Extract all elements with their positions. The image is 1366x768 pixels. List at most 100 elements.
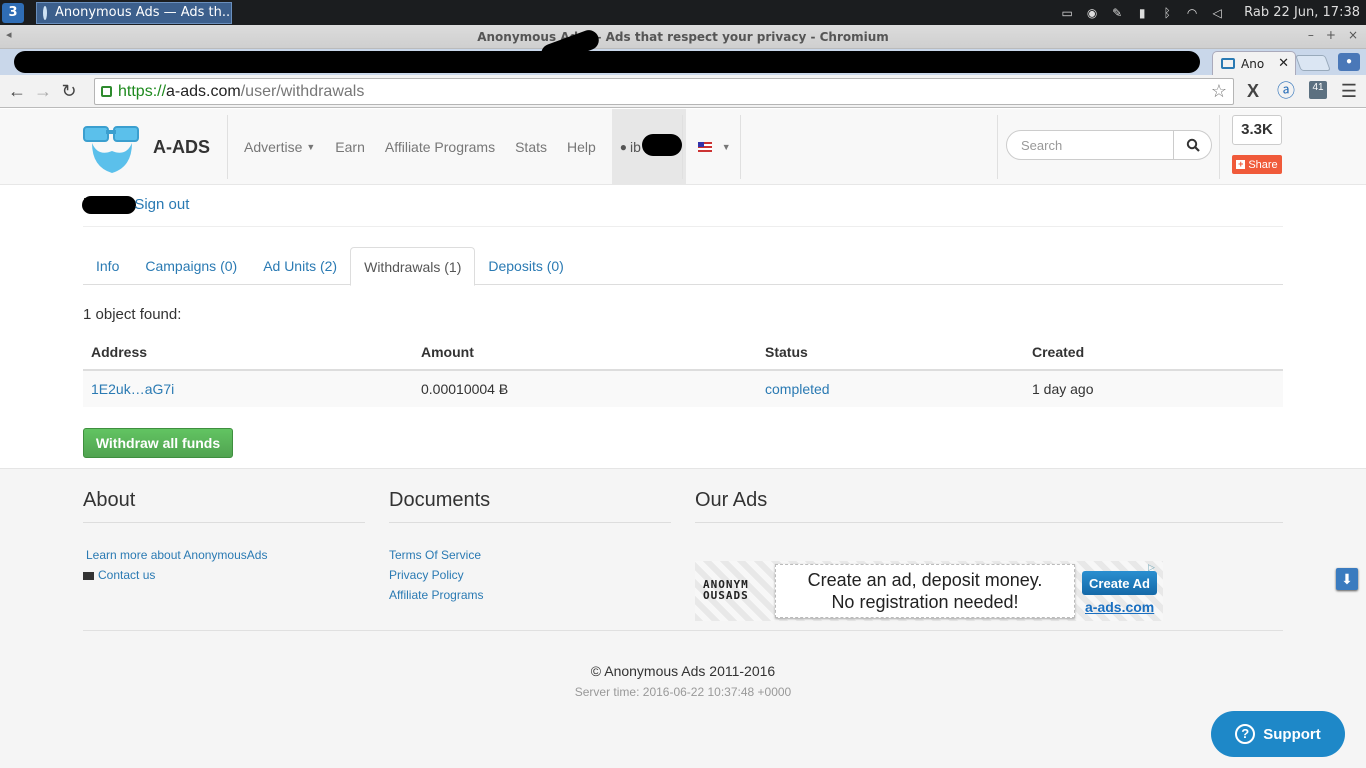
menu-icon[interactable]: ☰ <box>1338 79 1360 103</box>
create-ad-button[interactable]: Create Ad <box>1082 571 1157 595</box>
redacted-username <box>82 196 137 215</box>
search-button[interactable] <box>1174 130 1212 160</box>
nav-affiliate-programs[interactable]: Affiliate Programs <box>375 109 505 185</box>
nav-help[interactable]: Help <box>557 109 606 185</box>
privacy-link[interactable]: Privacy Policy <box>389 568 464 582</box>
a-ads-logo[interactable] <box>82 123 142 175</box>
support-button[interactable]: ? Support <box>1211 711 1345 757</box>
table-header: Address Amount Status Created <box>83 335 1283 371</box>
user-name: ib <box>630 139 641 155</box>
redacted-tabs <box>14 51 1200 73</box>
close-window-button[interactable]: × <box>1348 28 1358 42</box>
maximize-button[interactable]: + <box>1326 28 1336 42</box>
footer-our-ads: Our Ads ANONYM OUSADS Create an ad, depos… <box>695 489 1283 621</box>
help-icon: ? <box>1235 724 1256 744</box>
taskbar-window-button[interactable]: Anonymous Ads — Ads th... <box>36 1 232 24</box>
ad-logo-line: OUSADS <box>703 589 749 602</box>
withdrawal-amount: 0.00010004 Ƀ <box>421 381 509 397</box>
ad-banner[interactable]: ANONYM OUSADS Create an ad, deposit money… <box>695 561 1163 621</box>
reload-icon[interactable]: ↻ <box>56 81 82 102</box>
withdrawal-address-link[interactable]: 1E2uk…aG7i <box>83 381 413 397</box>
notes-icon[interactable]: ✎ <box>1109 6 1125 20</box>
user-line: iSign out <box>82 196 189 215</box>
server-time: Server time: 2016-06-22 10:37:48 +0000 <box>574 685 792 699</box>
about-heading: About <box>83 489 365 523</box>
ad-info-icon[interactable]: ▷ <box>1148 562 1155 573</box>
withdrawal-status-link[interactable]: completed <box>757 381 1024 397</box>
sign-out-link[interactable]: Sign out <box>134 196 189 213</box>
brand-name[interactable]: A-ADS <box>153 137 210 158</box>
search-input[interactable]: Search <box>1006 130 1174 160</box>
withdraw-all-funds-button[interactable]: Withdraw all funds <box>83 428 233 458</box>
taskbar-window-title: Anonymous Ads — Ads th... <box>55 5 232 20</box>
navbar-divider <box>997 115 998 179</box>
a-extension-icon[interactable]: ⓐ <box>1276 79 1296 103</box>
back-arrow-icon[interactable]: ← <box>4 81 30 102</box>
contact-us-link[interactable]: Contact us <box>98 568 155 582</box>
user-icon: ● <box>619 140 628 154</box>
terms-link[interactable]: Terms Of Service <box>389 548 481 562</box>
bookmark-star-icon[interactable]: ☆ <box>1211 81 1227 102</box>
learn-more-link[interactable]: Learn more about AnonymousAds <box>86 548 267 562</box>
profile-icon[interactable]: ● <box>1338 53 1360 71</box>
close-tab-icon[interactable]: ✕ <box>1278 56 1289 71</box>
new-tab-button[interactable] <box>1295 55 1331 71</box>
active-browser-tab[interactable]: Ano ✕ <box>1212 51 1296 75</box>
lock-icon <box>101 86 112 97</box>
nav-stats[interactable]: Stats <box>505 109 557 185</box>
chromium-icon <box>43 5 47 20</box>
start-menu-button[interactable]: 3 <box>2 2 24 23</box>
header-status: Status <box>765 344 808 360</box>
system-tray: ▭ ◉ ✎ ▮ ᛒ ◠ ◁ Rab 22 Jun, 17:38 <box>1059 5 1366 20</box>
url-host: a-ads.com <box>166 82 241 100</box>
tab-favicon-icon <box>1221 58 1235 69</box>
terminal-icon[interactable]: ▭ <box>1059 6 1075 20</box>
x-extension-icon[interactable]: X <box>1242 79 1264 103</box>
window-titlebar: ◂ Anonymous Ads — Ads that respect your … <box>0 25 1366 49</box>
nav-advertise[interactable]: Advertise ▼ <box>234 109 325 185</box>
footer-about: About Learn more about AnonymousAds Cont… <box>83 489 365 585</box>
tab-deposits[interactable]: Deposits (0) <box>475 247 576 285</box>
extension-badge[interactable]: 41 <box>1309 81 1327 99</box>
documents-heading: Documents <box>389 489 671 523</box>
ad-logo: ANONYM OUSADS <box>703 579 749 601</box>
navbar-divider <box>682 115 683 179</box>
volume-icon[interactable]: ◁ <box>1209 6 1225 20</box>
navbar-divider <box>227 115 228 179</box>
envelope-icon <box>83 571 94 580</box>
forward-arrow-icon[interactable]: → <box>30 81 56 102</box>
battery-icon[interactable]: ▮ <box>1134 6 1150 20</box>
share-count: 3.3K <box>1232 115 1282 145</box>
our-ads-heading: Our Ads <box>695 489 1283 523</box>
bluetooth-icon[interactable]: ᛒ <box>1159 6 1175 20</box>
nav-advertise-label: Advertise <box>244 139 303 155</box>
address-bar[interactable]: https:// a-ads.com /user/withdrawals ☆ <box>94 78 1234 105</box>
tab-withdrawals[interactable]: Withdrawals (1) <box>350 247 476 286</box>
share-widget: 3.3K + Share <box>1232 115 1282 175</box>
tab-campaigns[interactable]: Campaigns (0) <box>132 247 250 285</box>
tab-info[interactable]: Info <box>83 247 132 285</box>
wifi-icon[interactable]: ◠ <box>1184 6 1200 20</box>
affiliate-programs-link[interactable]: Affiliate Programs <box>389 588 483 602</box>
window-title: Anonymous Ads — Ads that respect your pr… <box>477 29 889 44</box>
search-icon <box>1186 138 1200 152</box>
minimize-button[interactable]: – <box>1308 28 1314 42</box>
nav-earn[interactable]: Earn <box>325 109 375 185</box>
language-selector[interactable]: ▼ <box>686 109 741 185</box>
navbar-links: Advertise ▼ Earn Affiliate Programs Stats… <box>234 109 741 185</box>
footer-divider <box>83 630 1283 631</box>
share-button[interactable]: + Share <box>1232 155 1282 174</box>
ad-url-link[interactable]: a-ads.com <box>1085 599 1154 615</box>
window-menu-icon[interactable]: ◂ <box>6 28 12 41</box>
ad-text-line: Create an ad, deposit money. <box>807 570 1043 590</box>
clock[interactable]: Rab 22 Jun, 17:38 <box>1244 5 1360 20</box>
chrome-tray-icon[interactable]: ◉ <box>1084 6 1100 20</box>
scroll-down-arrow-icon[interactable]: ⬇ <box>1336 568 1358 590</box>
results-count: 1 object found: <box>83 306 182 323</box>
nav-user-menu[interactable]: ● ib <box>611 109 686 185</box>
tab-ad-units[interactable]: Ad Units (2) <box>250 247 350 285</box>
header-created: Created <box>1032 344 1085 360</box>
caret-down-icon: ▼ <box>306 142 316 152</box>
support-label: Support <box>1263 725 1321 743</box>
header-amount: Amount <box>421 344 474 360</box>
